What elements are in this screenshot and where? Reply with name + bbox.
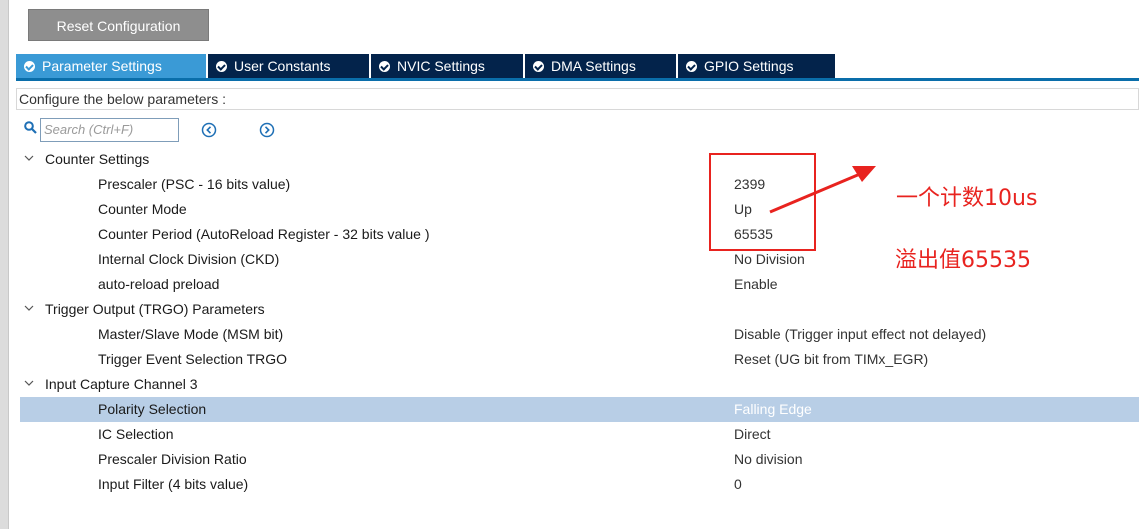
chevron-down-icon[interactable] xyxy=(24,379,34,387)
param-value[interactable]: Enable xyxy=(734,272,778,297)
param-label: Trigger Event Selection TRGO xyxy=(98,351,288,367)
check-circle-icon xyxy=(686,61,697,72)
group-input-capture-channel-3[interactable]: Input Capture Channel 3 xyxy=(20,372,1139,397)
param-label: Polarity Selection xyxy=(98,401,207,417)
param-row-trigger-event-selection[interactable]: Trigger Event Selection TRGO Reset (UG b… xyxy=(20,347,1139,372)
group-trigger-output[interactable]: Trigger Output (TRGO) Parameters xyxy=(20,297,1139,322)
tab-user-constants[interactable]: User Constants xyxy=(208,54,371,78)
group-label: Trigger Output (TRGO) Parameters xyxy=(45,301,265,317)
configure-parameters-label: Configure the below parameters : xyxy=(16,88,1139,110)
tab-label: User Constants xyxy=(234,58,331,74)
param-row-master-slave-mode[interactable]: Master/Slave Mode (MSM bit) Disable (Tri… xyxy=(20,322,1139,347)
param-row-auto-reload-preload[interactable]: auto-reload preload Enable xyxy=(20,272,1139,297)
param-label: Input Filter (4 bits value) xyxy=(98,476,249,492)
group-counter-settings[interactable]: Counter Settings xyxy=(20,147,1139,172)
param-label: IC Selection xyxy=(98,426,174,442)
param-value[interactable]: Disable (Trigger input effect not delaye… xyxy=(734,322,986,347)
tab-label: GPIO Settings xyxy=(704,58,794,74)
param-label: Counter Mode xyxy=(98,201,187,217)
param-value[interactable]: Direct xyxy=(734,422,771,447)
param-label: Master/Slave Mode (MSM bit) xyxy=(98,326,284,342)
arrow-icon xyxy=(769,166,876,214)
param-label: auto-reload preload xyxy=(98,276,220,292)
tab-gpio-settings[interactable]: GPIO Settings xyxy=(678,54,835,78)
next-match-icon[interactable] xyxy=(259,122,275,138)
param-value[interactable]: Falling Edge xyxy=(734,397,812,422)
param-row-polarity-selection[interactable]: Polarity Selection Falling Edge xyxy=(20,397,1139,422)
tab-dma-settings[interactable]: DMA Settings xyxy=(525,54,678,78)
tab-nvic-settings[interactable]: NVIC Settings xyxy=(371,54,525,78)
annotation-count-period: 一个计数10us xyxy=(896,186,1038,211)
param-label: Prescaler Division Ratio xyxy=(98,451,247,467)
param-label: Counter Period (AutoReload Register - 32… xyxy=(98,226,430,242)
annotation-overflow-value: 溢出值65535 xyxy=(895,248,1031,273)
param-label: Internal Clock Division (CKD) xyxy=(98,251,280,267)
search-input[interactable]: Search (Ctrl+F) xyxy=(40,118,179,142)
param-value[interactable]: No division xyxy=(734,447,802,472)
param-row-input-filter[interactable]: Input Filter (4 bits value) 0 xyxy=(20,472,1139,497)
check-circle-icon xyxy=(216,61,227,72)
tab-label: Parameter Settings xyxy=(42,58,162,74)
tab-label: NVIC Settings xyxy=(397,58,485,74)
param-row-prescaler-division-ratio[interactable]: Prescaler Division Ratio No division xyxy=(20,447,1139,472)
tab-label: DMA Settings xyxy=(551,58,636,74)
check-circle-icon xyxy=(24,61,35,72)
check-circle-icon xyxy=(379,61,390,72)
group-label: Input Capture Channel 3 xyxy=(45,376,198,392)
param-value[interactable]: Reset (UG bit from TIMx_EGR) xyxy=(734,347,928,372)
chevron-down-icon[interactable] xyxy=(24,154,34,162)
group-label: Counter Settings xyxy=(45,151,150,167)
param-value[interactable]: 0 xyxy=(734,472,742,497)
chevron-down-icon[interactable] xyxy=(24,304,34,312)
param-row-ic-selection[interactable]: IC Selection Direct xyxy=(20,422,1139,447)
reset-configuration-button[interactable]: Reset Configuration xyxy=(28,9,209,41)
param-label: Prescaler (PSC - 16 bits value) xyxy=(98,176,291,192)
check-circle-icon xyxy=(533,61,544,72)
tab-parameter-settings[interactable]: Parameter Settings xyxy=(16,54,208,78)
search-icon xyxy=(24,121,37,134)
previous-match-icon[interactable] xyxy=(201,122,217,138)
left-panel-edge xyxy=(0,0,9,529)
tab-underline xyxy=(16,78,1139,81)
